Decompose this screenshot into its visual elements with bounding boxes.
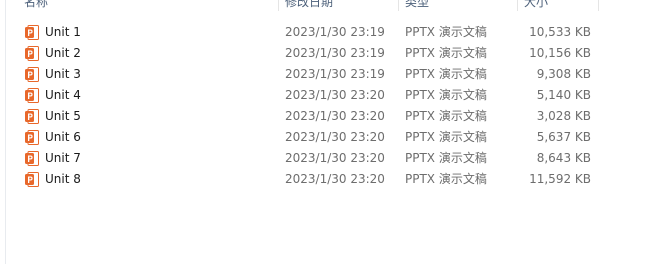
file-row[interactable]: Unit 4 2023/1/30 23:20 PPTX 演示文稿 5,140 KB — [0, 85, 651, 106]
pptx-file-icon — [25, 25, 39, 40]
file-type: PPTX 演示文稿 — [405, 25, 487, 39]
pptx-file-icon — [25, 88, 39, 103]
column-header-date-modified[interactable]: 修改日期 — [285, 0, 333, 11]
file-date-modified: 2023/1/30 23:19 — [285, 46, 385, 60]
file-date-modified: 2023/1/30 23:19 — [285, 67, 385, 81]
column-header-bar: 名称 修改日期 类型 大小 — [0, 0, 651, 11]
file-list: Unit 1 2023/1/30 23:19 PPTX 演示文稿 10,533 KB U… — [0, 22, 651, 190]
pptx-file-icon — [25, 67, 39, 82]
column-divider[interactable] — [278, 0, 279, 11]
column-header-name[interactable]: 名称 — [24, 0, 48, 11]
file-type: PPTX 演示文稿 — [405, 172, 487, 186]
file-type: PPTX 演示文稿 — [405, 46, 487, 60]
pptx-file-icon — [25, 172, 39, 187]
file-row[interactable]: Unit 2 2023/1/30 23:19 PPTX 演示文稿 10,156 KB — [0, 43, 651, 64]
file-date-modified: 2023/1/30 23:20 — [285, 151, 385, 165]
file-list-pane: 名称 修改日期 类型 大小 Unit 1 2023/1/30 23:19 PPTX … — [0, 0, 651, 264]
file-name: Unit 3 — [45, 67, 81, 81]
file-row[interactable]: Unit 3 2023/1/30 23:19 PPTX 演示文稿 9,308 KB — [0, 64, 651, 85]
file-type: PPTX 演示文稿 — [405, 67, 487, 81]
file-size: 10,533 KB — [529, 25, 591, 39]
file-size: 3,028 KB — [536, 109, 591, 123]
file-size: 11,592 KB — [529, 172, 591, 186]
file-date-modified: 2023/1/30 23:20 — [285, 88, 385, 102]
file-name: Unit 1 — [45, 25, 81, 39]
column-divider[interactable] — [598, 0, 599, 11]
file-size: 10,156 KB — [529, 46, 591, 60]
file-type: PPTX 演示文稿 — [405, 109, 487, 123]
file-date-modified: 2023/1/30 23:20 — [285, 172, 385, 186]
file-size: 5,637 KB — [536, 130, 591, 144]
file-date-modified: 2023/1/30 23:20 — [285, 130, 385, 144]
file-name: Unit 7 — [45, 151, 81, 165]
file-name: Unit 5 — [45, 109, 81, 123]
file-name: Unit 4 — [45, 88, 81, 102]
pptx-file-icon — [25, 109, 39, 124]
file-size: 8,643 KB — [536, 151, 591, 165]
file-type: PPTX 演示文稿 — [405, 88, 487, 102]
column-divider[interactable] — [517, 0, 518, 11]
file-row[interactable]: Unit 7 2023/1/30 23:20 PPTX 演示文稿 8,643 KB — [0, 148, 651, 169]
file-name: Unit 8 — [45, 172, 81, 186]
file-row[interactable]: Unit 5 2023/1/30 23:20 PPTX 演示文稿 3,028 KB — [0, 106, 651, 127]
file-row[interactable]: Unit 6 2023/1/30 23:20 PPTX 演示文稿 5,637 KB — [0, 127, 651, 148]
file-date-modified: 2023/1/30 23:19 — [285, 25, 385, 39]
file-type: PPTX 演示文稿 — [405, 151, 487, 165]
column-header-type[interactable]: 类型 — [405, 0, 429, 11]
file-date-modified: 2023/1/30 23:20 — [285, 109, 385, 123]
file-row[interactable]: Unit 1 2023/1/30 23:19 PPTX 演示文稿 10,533 KB — [0, 22, 651, 43]
file-size: 5,140 KB — [536, 88, 591, 102]
file-type: PPTX 演示文稿 — [405, 130, 487, 144]
file-name: Unit 2 — [45, 46, 81, 60]
column-header-size[interactable]: 大小 — [524, 0, 548, 11]
pptx-file-icon — [25, 46, 39, 61]
file-name: Unit 6 — [45, 130, 81, 144]
column-divider[interactable] — [398, 0, 399, 11]
pptx-file-icon — [25, 130, 39, 145]
file-row[interactable]: Unit 8 2023/1/30 23:20 PPTX 演示文稿 11,592 KB — [0, 169, 651, 190]
pptx-file-icon — [25, 151, 39, 166]
file-size: 9,308 KB — [536, 67, 591, 81]
